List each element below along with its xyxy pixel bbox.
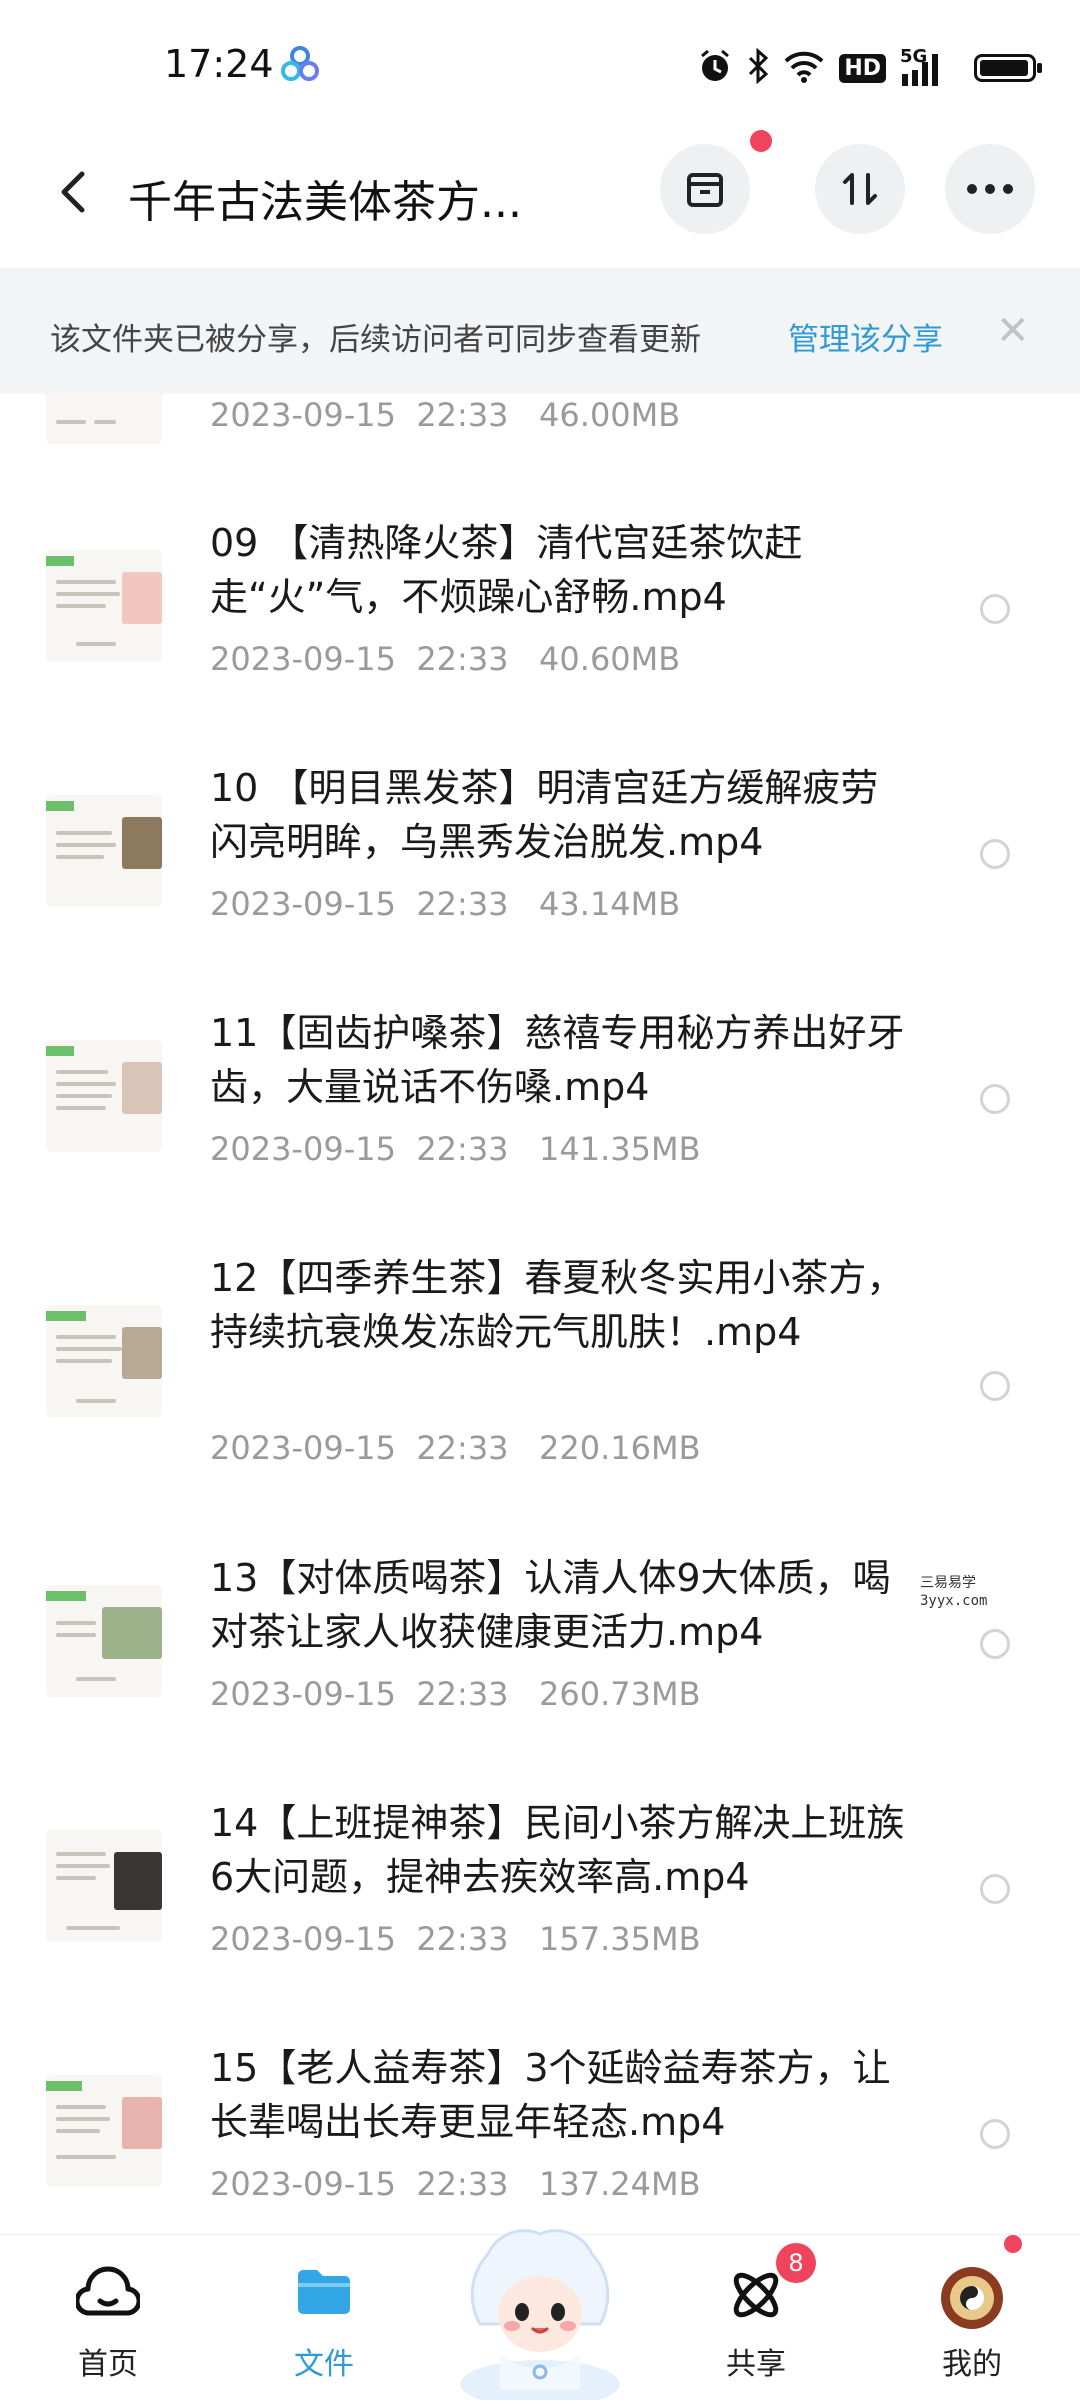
status-time: 17:24 xyxy=(164,42,274,86)
profile-notification-dot xyxy=(1004,2235,1022,2253)
file-name: 10 【明目黑发茶】明清宫廷方缓解疲劳闪亮明眸，乌黑秀发治脱发.mp4 xyxy=(210,766,879,864)
video-thumbnail xyxy=(46,2075,162,2187)
nav-home-label: 首页 xyxy=(78,2347,138,2382)
folder-icon xyxy=(294,2265,354,2323)
wifi-icon xyxy=(783,49,825,87)
more-icon xyxy=(967,184,1013,194)
archive-button[interactable] xyxy=(660,144,750,234)
sort-button[interactable] xyxy=(815,144,905,234)
archive-icon xyxy=(687,173,723,207)
back-button[interactable] xyxy=(48,162,98,222)
file-name: 15【老人益寿茶】3个延龄益寿茶方，让长辈喝出长寿更显年轻态.mp4 xyxy=(210,2046,891,2144)
nav-profile-label: 我的 xyxy=(942,2347,1002,2382)
alarm-icon xyxy=(697,48,733,88)
file-meta: 2023-09-15 22:33 220.16MB xyxy=(210,1429,701,1467)
share-banner: 该文件夹已被分享，后续访问者可同步查看更新 管理该分享 ✕ xyxy=(0,268,1080,394)
share-banner-text: 该文件夹已被分享，后续访问者可同步查看更新 xyxy=(50,322,701,358)
select-radio[interactable] xyxy=(980,839,1010,869)
file-meta: 2023-09-15 22:33 137.24MB xyxy=(210,2165,701,2203)
video-thumbnail xyxy=(46,1040,162,1152)
file-meta: 2023-09-15 22:33 260.73MB xyxy=(210,1675,701,1713)
file-name: 09 【清热降火茶】清代宫廷茶饮赶走“火”气，不烦躁心舒畅.mp4 xyxy=(210,521,803,619)
nav-share-label: 共享 xyxy=(726,2347,786,2382)
video-thumbnail xyxy=(46,394,162,444)
more-button[interactable] xyxy=(945,144,1035,234)
nav-home[interactable]: 首页 xyxy=(28,2235,188,2401)
file-name: 12【四季养生茶】春夏秋冬实用小茶方，持续抗衰焕发冻龄元气肌肤！.mp4 xyxy=(210,1256,905,1354)
file-name: 13【对体质喝茶】认清人体9大体质，喝对茶让家人收获健康更活力.mp4 xyxy=(210,1556,891,1654)
baidu-netdisk-icon xyxy=(280,46,320,86)
file-name: 11【固齿护嗓茶】慈禧专用秘方养出好牙齿，大量说话不伤嗓.mp4 xyxy=(210,1011,905,1109)
nav-profile[interactable]: 我的 xyxy=(892,2235,1052,2401)
share-atom-icon xyxy=(726,2265,786,2329)
mascot-button[interactable] xyxy=(450,2214,630,2404)
file-meta: 2023-09-15 22:33 157.35MB xyxy=(210,1920,701,1958)
watermark: 三易易学 3yyx.com xyxy=(920,1575,988,1609)
select-radio[interactable] xyxy=(980,594,1010,624)
select-radio[interactable] xyxy=(980,1874,1010,1904)
close-banner-button[interactable]: ✕ xyxy=(996,308,1030,354)
select-radio[interactable] xyxy=(980,1084,1010,1114)
5g-signal-icon: 5G xyxy=(900,46,960,88)
video-thumbnail xyxy=(46,795,162,907)
page-title: 千年古法美体茶方... xyxy=(128,177,522,228)
bluetooth-icon xyxy=(747,47,769,88)
file-meta: 2023-09-15 22:33 40.60MB xyxy=(210,640,681,678)
sort-icon xyxy=(843,173,877,205)
nav-files-label: 文件 xyxy=(294,2347,354,2382)
nav-share[interactable]: 8 共享 xyxy=(676,2235,836,2401)
share-badge: 8 xyxy=(776,2243,816,2283)
app-header: 千年古法美体茶方... xyxy=(0,130,1080,265)
video-thumbnail xyxy=(46,1830,162,1942)
avatar-icon xyxy=(939,2265,1005,2335)
cloud-home-icon xyxy=(74,2265,142,2325)
chevron-left-icon xyxy=(61,171,85,213)
hd-icon: HD xyxy=(839,53,886,83)
video-thumbnail xyxy=(46,550,162,662)
select-radio[interactable] xyxy=(980,1629,1010,1659)
battery-icon xyxy=(974,54,1042,82)
select-radio[interactable] xyxy=(980,2119,1010,2149)
file-meta: 2023-09-15 22:33 43.14MB xyxy=(210,885,681,923)
file-list: 2023-09-15 22:33 46.00MB 09 【清热降火茶】清代宫廷茶… xyxy=(0,394,1080,2234)
notification-dot xyxy=(750,130,772,152)
file-name: 14【上班提神茶】民间小茶方解决上班族6大问题，提神去疾效率高.mp4 xyxy=(210,1801,905,1899)
file-meta: 2023-09-15 22:33 46.00MB xyxy=(210,396,681,434)
mascot-icon xyxy=(460,2229,620,2404)
file-meta: 2023-09-15 22:33 141.35MB xyxy=(210,1130,701,1168)
video-thumbnail xyxy=(46,1585,162,1697)
nav-files[interactable]: 文件 xyxy=(244,2235,404,2401)
select-radio[interactable] xyxy=(980,1371,1010,1401)
video-thumbnail xyxy=(46,1305,162,1417)
status-bar: 17:24 HD 5G xyxy=(0,0,1080,130)
manage-share-link[interactable]: 管理该分享 xyxy=(788,314,943,359)
